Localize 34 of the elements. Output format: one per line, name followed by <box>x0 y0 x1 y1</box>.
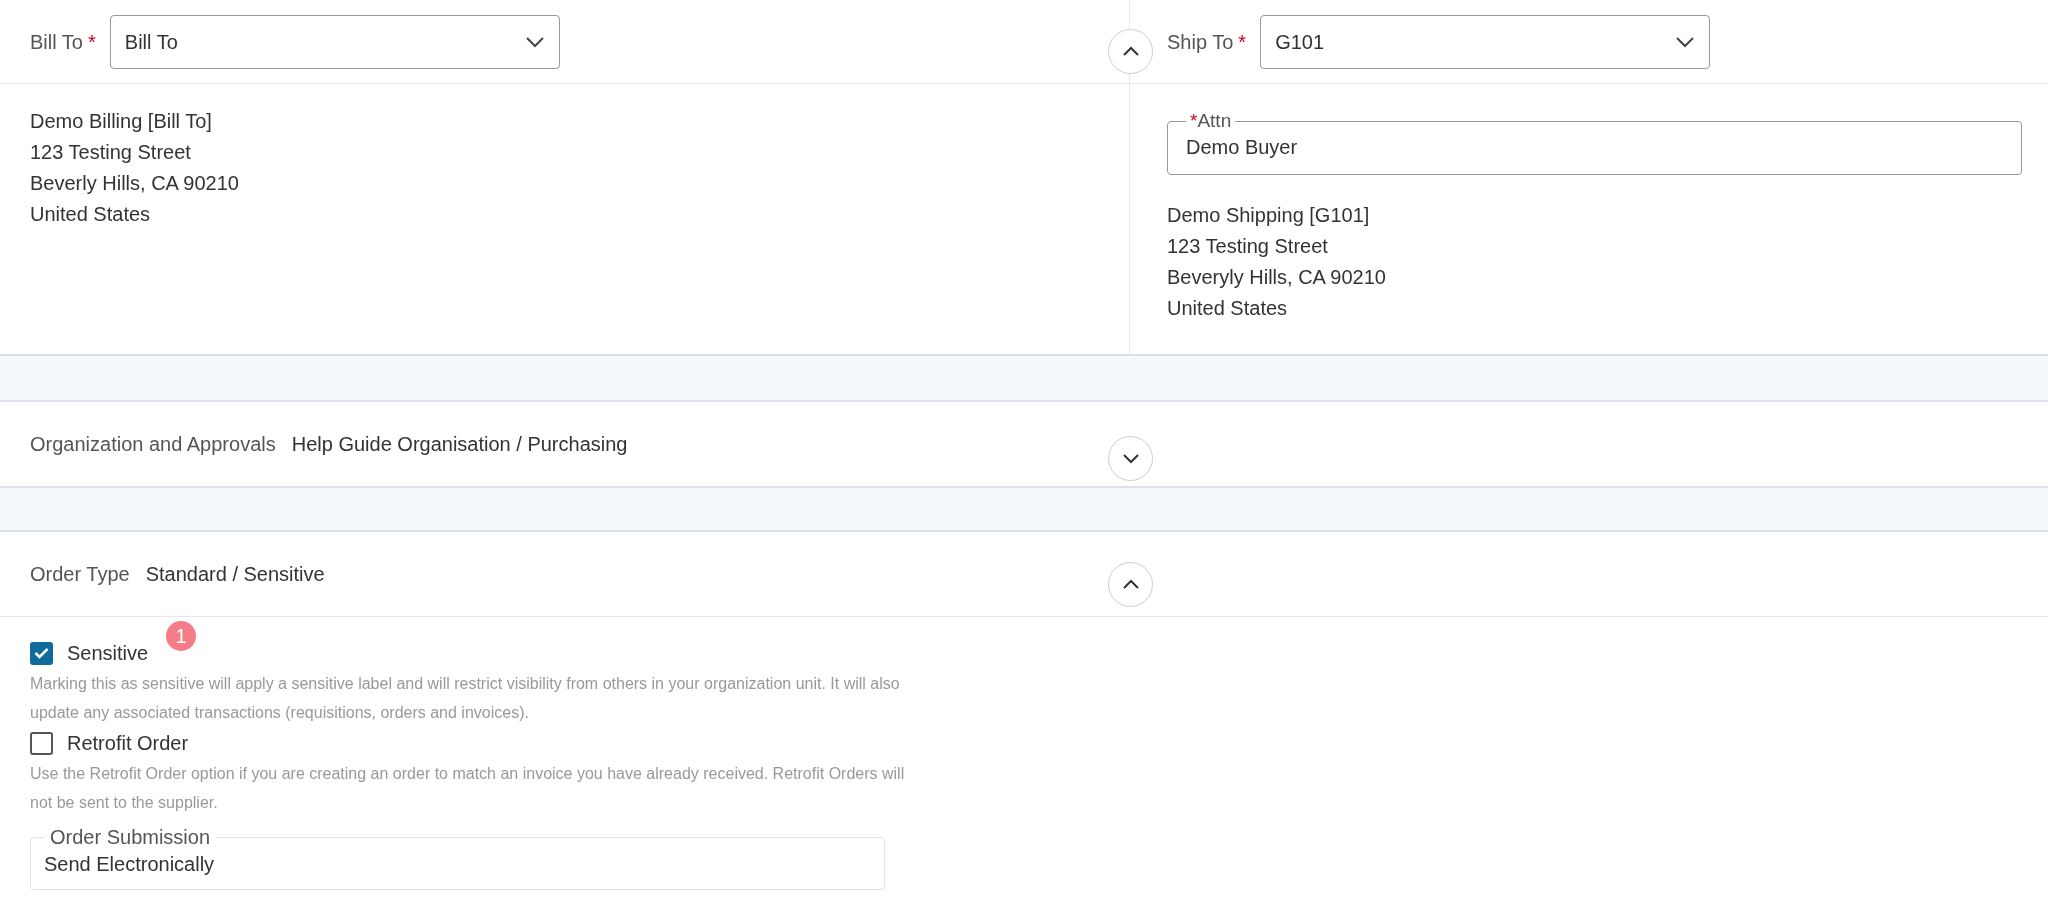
address-line: Beverly Hills, CA 90210 <box>30 171 240 196</box>
address-line: 123 Testing Street <box>30 140 192 165</box>
address-line: United States <box>1167 296 1289 321</box>
address-line: 123 Testing Street <box>1167 234 1329 259</box>
checkbox-label: Retrofit Order <box>67 731 189 756</box>
checkbox[interactable] <box>30 641 53 665</box>
notification-badge: 1 <box>166 621 196 651</box>
field-label: Ship To * <box>1167 29 1247 55</box>
address-line: Beveryly Hills, CA 90210 <box>1167 265 1387 290</box>
section-label: Order Type <box>30 562 130 587</box>
collapse-toggle[interactable] <box>1108 562 1153 607</box>
checkmark-icon <box>34 647 49 659</box>
collapse-toggle[interactable] <box>1108 29 1153 74</box>
checkbox-label: Sensitive <box>67 641 149 666</box>
section-label: Organization and Approvals <box>30 432 276 457</box>
attn-label: *Attn <box>1189 110 1233 132</box>
chevron-up-icon <box>1121 579 1140 590</box>
address-line: Demo Billing [Bill To] <box>30 109 213 134</box>
order-submission-label: Order Submission <box>49 825 212 849</box>
section-value: Standard / Sensitive <box>145 562 325 587</box>
section-value: Help Guide Organisation / Purchasing <box>291 432 628 457</box>
chevron-up-icon <box>1121 46 1140 57</box>
dropdown-select[interactable]: G101 <box>1260 14 1711 69</box>
checkbox[interactable] <box>30 731 53 755</box>
address-line: Demo Shipping [G101] <box>1167 203 1371 228</box>
option-description: Use the Retrofit Order option if you are creating an order to match an invoice you have already received. Retrofit Orders will not be sent to the supplier. <box>30 764 906 813</box>
address-line: United States <box>30 202 152 227</box>
collapse-toggle[interactable] <box>1108 436 1153 481</box>
chevron-down-icon <box>524 35 545 48</box>
chevron-down-icon <box>1121 453 1140 464</box>
dropdown-select[interactable]: Bill To <box>109 14 560 69</box>
option-description: Marking this as sensitive will apply a sensitive label and will restrict visibility from others in your organization unit. It will also update any associated transactions (requisitions, orders and invoices). <box>30 674 901 723</box>
field-label: Bill To * <box>30 29 96 55</box>
chevron-down-icon <box>1675 35 1696 48</box>
